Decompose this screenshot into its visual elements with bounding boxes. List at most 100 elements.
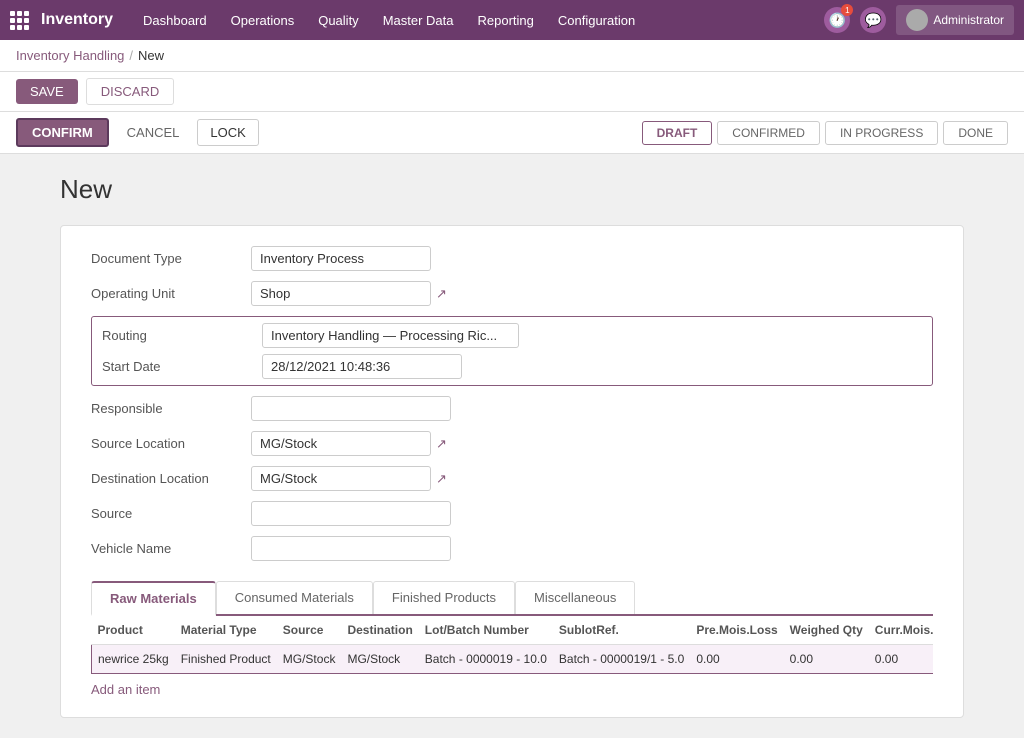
notification-badge: 1 xyxy=(841,4,853,16)
admin-avatar xyxy=(906,9,928,31)
destination-location-row: Destination Location MG/Stock ↗ xyxy=(91,466,933,491)
stage-draft[interactable]: DRAFT xyxy=(642,121,713,145)
col-sublot-ref: SublotRef. xyxy=(553,616,690,645)
start-date-select[interactable]: 28/12/2021 10:48:36 xyxy=(262,354,462,379)
vehicle-name-label: Vehicle Name xyxy=(91,541,251,556)
table-row[interactable]: newrice 25kgFinished ProductMG/StockMG/S… xyxy=(92,645,934,674)
apps-icon[interactable] xyxy=(10,11,29,30)
nav-dashboard[interactable]: Dashboard xyxy=(133,7,217,34)
source-location-row: Source Location MG/Stock ↗ xyxy=(91,431,933,456)
col-lot-batch: Lot/Batch Number xyxy=(419,616,553,645)
document-type-label: Document Type xyxy=(91,251,251,266)
stage-in-progress[interactable]: IN PROGRESS xyxy=(825,121,938,145)
nav-configuration[interactable]: Configuration xyxy=(548,7,645,34)
app-name: Inventory xyxy=(41,11,113,29)
start-date-label: Start Date xyxy=(102,359,262,374)
chat-icon[interactable]: 💬 xyxy=(860,7,886,33)
operating-unit-label: Operating Unit xyxy=(91,286,251,301)
col-weighed-qty: Weighed Qty xyxy=(784,616,869,645)
source-input[interactable] xyxy=(251,501,451,526)
tab-consumed-materials[interactable]: Consumed Materials xyxy=(216,581,373,614)
table-cell: Finished Product xyxy=(175,645,277,674)
breadcrumb-parent[interactable]: Inventory Handling xyxy=(16,48,124,63)
operating-unit-value: Shop ↗ xyxy=(251,281,933,306)
source-location-ext-link[interactable]: ↗ xyxy=(436,436,447,452)
source-location-value: MG/Stock ↗ xyxy=(251,431,933,456)
action-bar: SAVE DISCARD xyxy=(0,72,1024,112)
table-cell: MG/Stock xyxy=(277,645,342,674)
form-container: Document Type Inventory Process Operatin… xyxy=(60,225,964,718)
responsible-label: Responsible xyxy=(91,401,251,416)
routing-select[interactable]: Inventory Handling — Processing Ric... xyxy=(262,323,519,348)
col-source: Source xyxy=(277,616,342,645)
vehicle-name-value xyxy=(251,536,933,561)
form-title: New xyxy=(60,174,964,205)
table-cell: Batch - 0000019 - 10.0 xyxy=(419,645,553,674)
vehicle-name-input[interactable] xyxy=(251,536,451,561)
main-content: New Document Type Inventory Process Oper… xyxy=(0,154,1024,738)
source-value xyxy=(251,501,933,526)
destination-location-select[interactable]: MG/Stock xyxy=(251,466,431,491)
top-navigation: Inventory Dashboard Operations Quality M… xyxy=(0,0,1024,40)
source-row: Source xyxy=(91,501,933,526)
nav-quality[interactable]: Quality xyxy=(308,7,368,34)
discard-button[interactable]: DISCARD xyxy=(86,78,175,105)
vehicle-name-row: Vehicle Name xyxy=(91,536,933,561)
col-product: Product xyxy=(92,616,175,645)
operating-unit-ext-link[interactable]: ↗ xyxy=(436,286,447,302)
add-item-link[interactable]: Add an item xyxy=(91,682,160,697)
nav-menu: Dashboard Operations Quality Master Data… xyxy=(133,7,645,34)
status-bar: CONFIRM CANCEL LOCK DRAFT CONFIRMED IN P… xyxy=(0,112,1024,154)
breadcrumb-current: New xyxy=(138,48,164,63)
col-destination: Destination xyxy=(341,616,418,645)
status-stages: DRAFT CONFIRMED IN PROGRESS DONE xyxy=(642,121,1008,145)
routing-row: Routing Inventory Handling — Processing … xyxy=(102,323,922,348)
stage-confirmed[interactable]: CONFIRMED xyxy=(717,121,820,145)
routing-value: Inventory Handling — Processing Ric... xyxy=(262,323,922,348)
col-pre-mois-loss: Pre.Mois.Loss xyxy=(690,616,783,645)
document-type-select[interactable]: Inventory Process xyxy=(251,246,431,271)
tab-miscellaneous[interactable]: Miscellaneous xyxy=(515,581,635,614)
admin-menu[interactable]: Administrator xyxy=(896,5,1014,35)
tab-raw-materials[interactable]: Raw Materials xyxy=(91,581,216,616)
operating-unit-row: Operating Unit Shop ↗ xyxy=(91,281,933,306)
raw-materials-table: Product Material Type Source Destination… xyxy=(91,616,933,674)
source-location-select[interactable]: MG/Stock xyxy=(251,431,431,456)
operating-unit-select[interactable]: Shop xyxy=(251,281,431,306)
breadcrumb-separator: / xyxy=(129,48,133,63)
stage-done[interactable]: DONE xyxy=(943,121,1008,145)
nav-operations[interactable]: Operations xyxy=(221,7,305,34)
nav-master-data[interactable]: Master Data xyxy=(373,7,464,34)
destination-location-label: Destination Location xyxy=(91,471,251,486)
confirm-button[interactable]: CONFIRM xyxy=(16,118,109,147)
lock-button[interactable]: LOCK xyxy=(197,119,258,146)
notification-icon[interactable]: 🕐 1 xyxy=(824,7,850,33)
breadcrumb: Inventory Handling / New xyxy=(0,40,1024,72)
responsible-value xyxy=(251,396,933,421)
save-button[interactable]: SAVE xyxy=(16,79,78,104)
app-brand: Inventory xyxy=(10,11,113,30)
col-material-type: Material Type xyxy=(175,616,277,645)
start-date-row: Start Date 28/12/2021 10:48:36 xyxy=(102,354,922,379)
responsible-input[interactable] xyxy=(251,396,451,421)
source-location-label: Source Location xyxy=(91,436,251,451)
tab-finished-products[interactable]: Finished Products xyxy=(373,581,515,614)
destination-location-ext-link[interactable]: ↗ xyxy=(436,471,447,487)
document-type-row: Document Type Inventory Process xyxy=(91,246,933,271)
source-label: Source xyxy=(91,506,251,521)
admin-label: Administrator xyxy=(933,13,1004,27)
table-cell: MG/Stock xyxy=(341,645,418,674)
destination-location-value: MG/Stock ↗ xyxy=(251,466,933,491)
table-cell: 0.00 xyxy=(784,645,869,674)
table-cell: Batch - 0000019/1 - 5.0 xyxy=(553,645,690,674)
tabs: Raw Materials Consumed Materials Finishe… xyxy=(91,581,933,616)
responsible-row: Responsible xyxy=(91,396,933,421)
start-date-value: 28/12/2021 10:48:36 xyxy=(262,354,922,379)
routing-box: Routing Inventory Handling — Processing … xyxy=(91,316,933,386)
document-type-value: Inventory Process xyxy=(251,246,933,271)
col-curr-mois-loss: Curr.Mois.Loss xyxy=(869,616,933,645)
cancel-button[interactable]: CANCEL xyxy=(117,120,190,145)
routing-label: Routing xyxy=(102,328,262,343)
topnav-right: 🕐 1 💬 Administrator xyxy=(824,5,1014,35)
nav-reporting[interactable]: Reporting xyxy=(468,7,544,34)
